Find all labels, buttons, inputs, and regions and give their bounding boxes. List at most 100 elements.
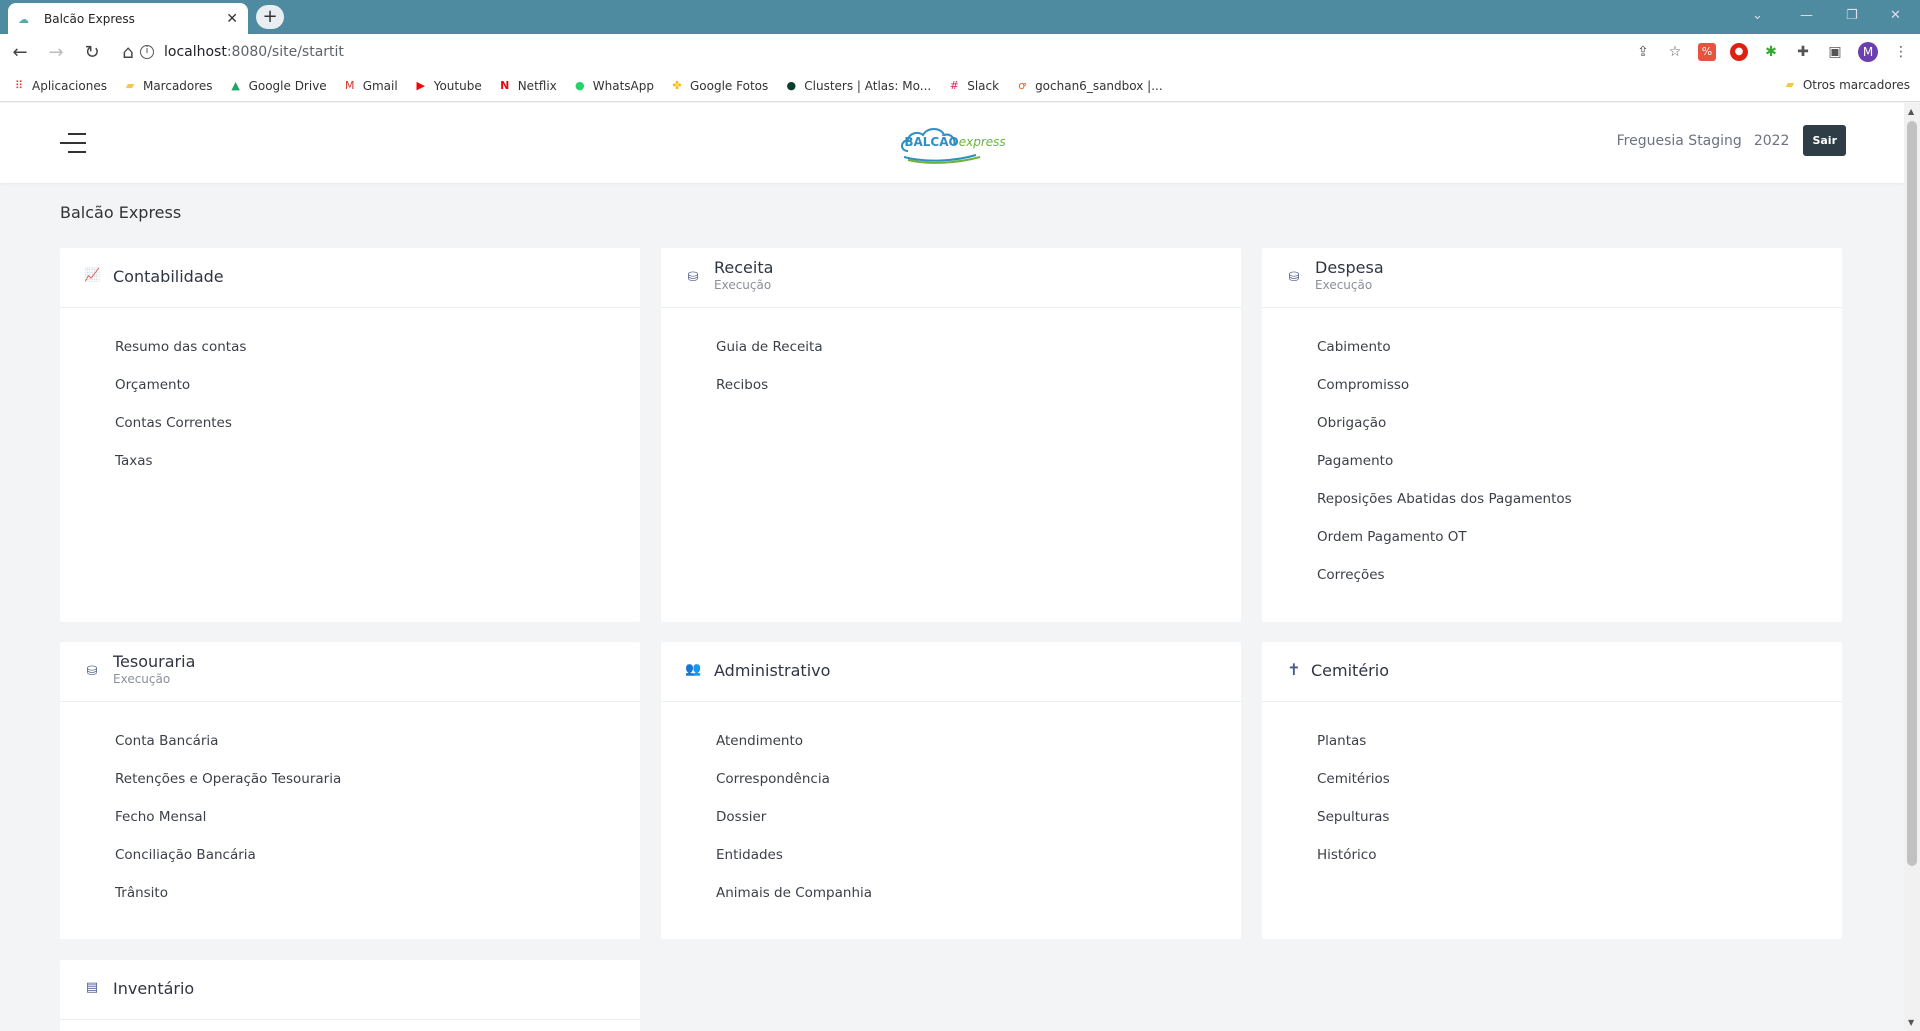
bookmark-item[interactable]: # Slack bbox=[947, 79, 999, 93]
menu-link[interactable]: Reposições Abatidas dos Pagamentos bbox=[1317, 480, 1842, 518]
menu-link[interactable]: Orçamento bbox=[115, 366, 640, 404]
card-title: Administrativo bbox=[714, 661, 831, 680]
bookmark-item[interactable]: ● WhatsApp bbox=[573, 79, 654, 93]
card-receita: ⛁ Receita Execução Guia de Receita Recib… bbox=[661, 248, 1241, 622]
cloud-favicon-icon: ☁ bbox=[18, 12, 29, 26]
extension-record-icon[interactable]: ● bbox=[1730, 43, 1748, 61]
menu-link[interactable]: Plantas bbox=[1317, 722, 1842, 760]
extension-percent-icon[interactable]: % bbox=[1698, 43, 1716, 61]
card-header: ▤ Inventário bbox=[60, 960, 640, 1020]
card-tesouraria: ⛁ Tesouraria Execução Conta Bancária Ret… bbox=[60, 642, 640, 939]
menu-dots-icon[interactable]: ⋮ bbox=[1892, 43, 1910, 61]
menu-link[interactable]: Dossier bbox=[716, 798, 1241, 836]
bookmark-item[interactable]: ● Clusters | Atlas: Mo... bbox=[784, 79, 931, 93]
menu-link[interactable]: Entidades bbox=[716, 836, 1241, 874]
bookmark-item[interactable]: ▲ Google Drive bbox=[229, 78, 327, 93]
bookmark-item[interactable]: ✤ Google Fotos bbox=[670, 79, 768, 93]
share-icon[interactable]: ⇪ bbox=[1634, 43, 1652, 61]
menu-link[interactable]: Taxas bbox=[115, 442, 640, 480]
balcao-express-logo[interactable]: BALCÃOexpress bbox=[896, 121, 1014, 165]
address-bar[interactable]: i localhost:8080/site/startit bbox=[140, 37, 1580, 67]
profile-avatar[interactable]: M bbox=[1858, 42, 1878, 62]
close-tab-icon[interactable]: ✕ bbox=[226, 11, 238, 27]
forward-arrow-icon[interactable]: → bbox=[40, 42, 72, 63]
youtube-icon: ▶ bbox=[416, 78, 425, 92]
menu-link[interactable]: Conta Bancária bbox=[115, 722, 640, 760]
bookmark-item[interactable]: ▶ Youtube bbox=[414, 78, 482, 93]
bookmarks-bar: ⠿ Aplicaciones ▰ Marcadores ▲ Google Drive … bbox=[0, 70, 1920, 102]
back-arrow-icon[interactable]: ← bbox=[4, 42, 36, 63]
hamburger-menu-icon[interactable] bbox=[60, 133, 86, 153]
menu-link[interactable]: Resumo das contas bbox=[115, 328, 640, 366]
menu-link[interactable]: Pagamento bbox=[1317, 442, 1842, 480]
restore-icon[interactable]: ❐ bbox=[1846, 8, 1858, 23]
coins-icon: ⛁ bbox=[1288, 270, 1300, 285]
menu-link[interactable]: Guia de Receita bbox=[716, 328, 1241, 366]
minimize-icon[interactable]: — bbox=[1800, 8, 1813, 23]
menu-link[interactable]: Fecho Mensal bbox=[115, 798, 640, 836]
bookmark-label: Youtube bbox=[433, 78, 482, 93]
new-tab-button[interactable]: + bbox=[256, 5, 284, 29]
mongodb-icon: ● bbox=[786, 78, 797, 92]
close-window-icon[interactable]: ✕ bbox=[1890, 8, 1901, 23]
menu-link[interactable]: Cemitérios bbox=[1317, 760, 1842, 798]
card-title: Contabilidade bbox=[113, 267, 224, 286]
coins-icon: ⛁ bbox=[687, 270, 699, 285]
card-header: ✝ Cemitério bbox=[1262, 642, 1842, 702]
menu-link[interactable]: Sepulturas bbox=[1317, 798, 1842, 836]
menu-link[interactable]: Correções bbox=[1317, 556, 1842, 594]
card-header: ⛁ Receita Execução bbox=[661, 248, 1241, 308]
star-bookmark-icon[interactable]: ☆ bbox=[1666, 43, 1684, 61]
browser-toolbar: ← → ↻ ⌂ i localhost:8080/site/startit ⇪ … bbox=[0, 34, 1920, 70]
logout-button[interactable]: Sair bbox=[1803, 125, 1846, 156]
site-info-icon[interactable]: i bbox=[140, 45, 154, 59]
menu-link[interactable]: Retenções e Operação Tesouraria bbox=[115, 760, 640, 798]
other-bookmarks[interactable]: ▰ Otros marcadores bbox=[1783, 78, 1910, 92]
bookmark-item[interactable]: ꝍ gochan6_sandbox |... bbox=[1015, 78, 1163, 93]
entity-name[interactable]: Freguesia Staging bbox=[1617, 133, 1742, 149]
scrollbar-thumb[interactable] bbox=[1907, 121, 1917, 866]
menu-link[interactable]: Obrigação bbox=[1317, 404, 1842, 442]
scroll-down-icon[interactable]: ▼ bbox=[1908, 1018, 1914, 1027]
reload-icon[interactable]: ↻ bbox=[76, 42, 108, 63]
menu-link[interactable]: Trânsito bbox=[115, 874, 640, 912]
logo-text: BALCÃOexpress bbox=[896, 135, 1014, 149]
app-header: BALCÃOexpress Freguesia Staging 2022 Sai… bbox=[0, 103, 1904, 183]
side-panel-icon[interactable]: ▣ bbox=[1826, 43, 1844, 61]
extension-gear-icon[interactable]: ✱ bbox=[1762, 43, 1780, 61]
browser-tab[interactable]: ☁ Balcão Express ✕ bbox=[8, 3, 248, 34]
menu-link[interactable]: Contas Correntes bbox=[115, 404, 640, 442]
card-cemiterio: ✝ Cemitério Plantas Cemitérios Sepultura… bbox=[1262, 642, 1842, 939]
card-header: 📈 Contabilidade bbox=[60, 248, 640, 308]
fiscal-year[interactable]: 2022 bbox=[1754, 133, 1790, 149]
extensions-puzzle-icon[interactable]: ✚ bbox=[1794, 43, 1812, 61]
bookmark-item[interactable]: N Netflix bbox=[498, 79, 557, 93]
bookmark-item[interactable]: ▰ Marcadores bbox=[123, 79, 213, 93]
page-scrollbar[interactable]: ▲ ▼ bbox=[1904, 103, 1920, 1031]
google-drive-icon: ▲ bbox=[231, 78, 240, 92]
bookmark-label: Google Drive bbox=[248, 78, 327, 93]
scroll-up-icon[interactable]: ▲ bbox=[1908, 107, 1914, 116]
card-subtitle: Execução bbox=[113, 672, 171, 686]
logo-main-text: BALCÃO bbox=[904, 135, 959, 149]
bookmark-item[interactable]: ⠿ Aplicaciones bbox=[12, 79, 107, 93]
menu-link[interactable]: Cabimento bbox=[1317, 328, 1842, 366]
card-header: ⛁ Tesouraria Execução bbox=[60, 642, 640, 702]
card-header: ⛁ Despesa Execução bbox=[1262, 248, 1842, 308]
bookmark-item[interactable]: M Gmail bbox=[343, 79, 398, 93]
bookmark-label: Clusters | Atlas: Mo... bbox=[804, 78, 932, 93]
bookmark-label: gochan6_sandbox |... bbox=[1035, 78, 1163, 93]
tab-search-icon[interactable]: ⌄ bbox=[1752, 8, 1763, 23]
menu-link[interactable]: Atendimento bbox=[716, 722, 1241, 760]
menu-link[interactable]: Animais de Companhia bbox=[716, 874, 1241, 912]
menu-link[interactable]: Correspondência bbox=[716, 760, 1241, 798]
menu-link[interactable]: Ordem Pagamento OT bbox=[1317, 518, 1842, 556]
bookmark-label: Netflix bbox=[517, 78, 557, 93]
menu-link[interactable]: Compromisso bbox=[1317, 366, 1842, 404]
folder-icon: ▰ bbox=[1785, 78, 1795, 91]
app-viewport: BALCÃOexpress Freguesia Staging 2022 Sai… bbox=[0, 103, 1904, 1031]
menu-link[interactable]: Conciliação Bancária bbox=[115, 836, 640, 874]
menu-link[interactable]: Recibos bbox=[716, 366, 1241, 404]
slack-icon: # bbox=[949, 78, 959, 92]
menu-link[interactable]: Histórico bbox=[1317, 836, 1842, 874]
